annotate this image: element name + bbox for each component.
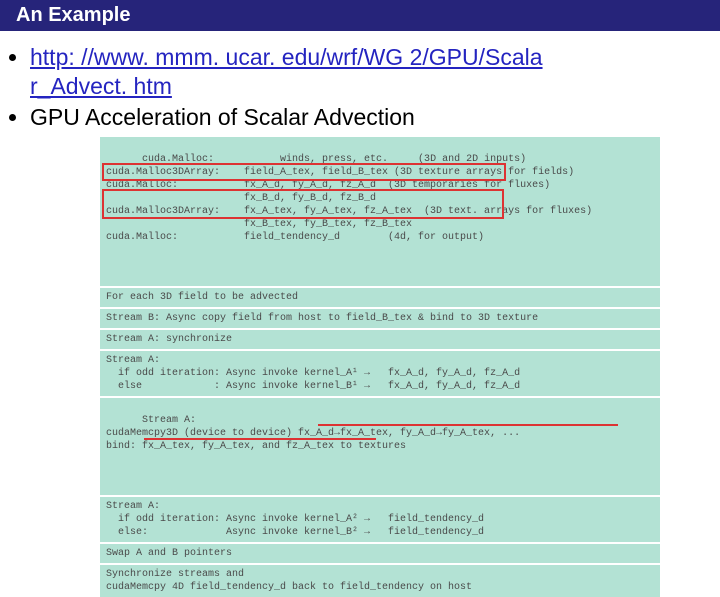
code-block-kernel2: Stream A: if odd iteration: Async invoke… (100, 497, 660, 542)
code-block-memcpy: Stream A: cudaMemcpy3D (device to device… (100, 398, 660, 495)
highlight-underline-1 (318, 424, 618, 426)
code-block-stream-b: Stream B: Async copy field from host to … (100, 309, 660, 328)
highlight-underline-2 (144, 438, 376, 440)
link-line-2[interactable]: r_Advect. htm (30, 73, 172, 99)
bullet-point-2: GPU Acceleration of Scalar Advection (30, 103, 720, 132)
title-bar: An Example (0, 0, 720, 31)
code-block-swap: Swap A and B pointers (100, 544, 660, 563)
code-area: cuda.Malloc: winds, press, etc. (3D and … (100, 137, 660, 597)
code-block-malloc: cuda.Malloc: winds, press, etc. (3D and … (100, 137, 660, 286)
code-block-sync-end: Synchronize streams and cudaMemcpy 4D fi… (100, 565, 660, 597)
code-block-kernel1: Stream A: if odd iteration: Async invoke… (100, 351, 660, 396)
code-text: Stream A: cudaMemcpy3D (device to device… (106, 415, 520, 452)
code-block-sync: Stream A: synchronize (100, 330, 660, 349)
content-area: http: //www. mmm. ucar. edu/wrf/WG 2/GPU… (0, 31, 720, 597)
code-block-foreach: For each 3D field to be advected (100, 288, 660, 307)
bullet-list: http: //www. mmm. ucar. edu/wrf/WG 2/GPU… (30, 43, 720, 131)
bullet-link: http: //www. mmm. ucar. edu/wrf/WG 2/GPU… (30, 43, 720, 101)
code-text: cuda.Malloc: winds, press, etc. (3D and … (106, 154, 592, 243)
link-line-1[interactable]: http: //www. mmm. ucar. edu/wrf/WG 2/GPU… (30, 44, 543, 70)
slide-title: An Example (16, 4, 130, 26)
